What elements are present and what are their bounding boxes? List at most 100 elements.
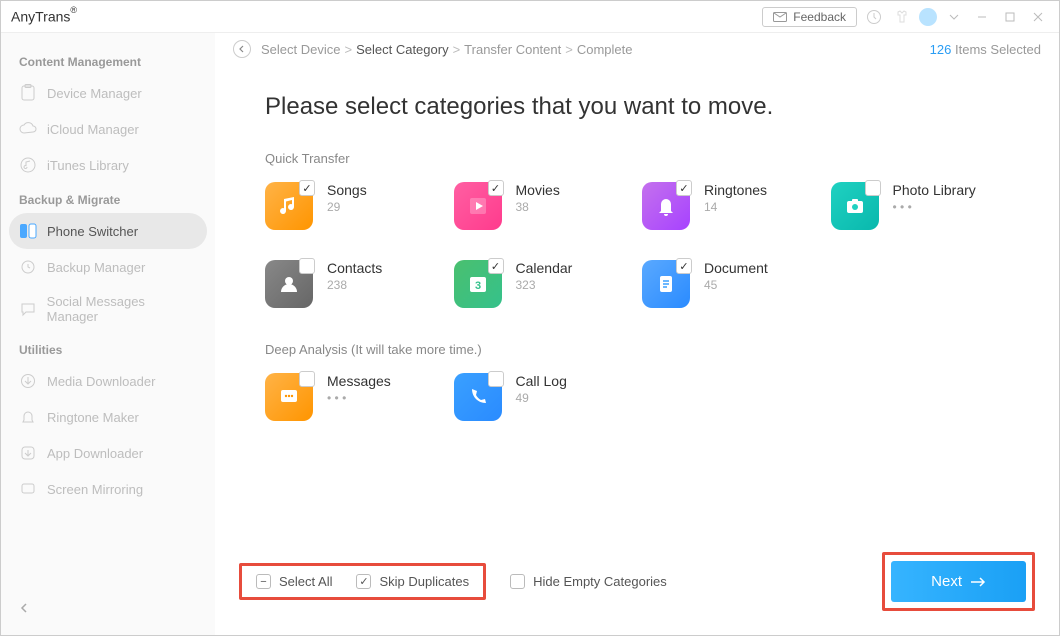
sidebar-item-backup-manager[interactable]: Backup Manager	[1, 249, 215, 285]
crumb-select-category[interactable]: Select Category	[356, 42, 449, 57]
category-name: Calendar	[516, 260, 573, 276]
sidebar-section-content: Content Management	[1, 49, 215, 75]
page-title: Please select categories that you want t…	[265, 93, 1009, 121]
category-name: Photo Library	[893, 182, 976, 198]
category-icon-contacts	[265, 260, 313, 308]
category-name: Songs	[327, 182, 367, 198]
sidebar-label: Phone Switcher	[47, 224, 138, 239]
feedback-button[interactable]: Feedback	[762, 7, 857, 27]
category-checkbox[interactable]: ✓	[676, 180, 692, 196]
category-checkbox[interactable]: ✓	[488, 180, 504, 196]
breadcrumb-bar: Select Device > Select Category > Transf…	[215, 33, 1059, 65]
category-checkbox[interactable]	[865, 180, 881, 196]
category-count: 238	[327, 278, 382, 292]
category-icon-photo-library	[831, 182, 879, 230]
sidebar-item-social-messages[interactable]: Social Messages Manager	[1, 285, 215, 333]
crumb-transfer-content[interactable]: Transfer Content	[464, 42, 561, 57]
category-name: Movies	[516, 182, 560, 198]
phone-switch-icon	[19, 222, 37, 240]
category-count: 14	[704, 200, 767, 214]
sidebar: Content Management Device Manager iCloud…	[1, 33, 215, 635]
hide-empty-checkbox[interactable]: Hide Empty Categories	[510, 574, 667, 589]
next-button-highlight: Next	[882, 552, 1035, 611]
sidebar-item-ringtone-maker[interactable]: Ringtone Maker	[1, 399, 215, 435]
chat-icon	[19, 300, 37, 318]
user-avatar[interactable]	[919, 8, 937, 26]
category-ringtones[interactable]: ✓ Ringtones 14	[642, 182, 821, 230]
sidebar-label: Backup Manager	[47, 260, 145, 275]
maximize-icon[interactable]	[999, 6, 1021, 28]
svg-text:3: 3	[474, 280, 480, 292]
category-checkbox[interactable]	[488, 371, 504, 387]
checkbox-empty-icon	[510, 574, 525, 589]
category-checkbox[interactable]: ✓	[676, 258, 692, 274]
shirt-icon[interactable]	[891, 6, 913, 28]
bell-icon[interactable]	[863, 6, 885, 28]
category-checkbox[interactable]: ✓	[299, 180, 315, 196]
category-count: 323	[516, 278, 573, 292]
app-icon	[19, 444, 37, 462]
checkbox-indeterminate-icon: −	[256, 574, 271, 589]
deep-analysis-grid: Messages • • • Call Log 49	[265, 373, 1009, 421]
sidebar-label: Media Downloader	[47, 374, 155, 389]
footer: − Select All ✓ Skip Duplicates Hide Empt…	[215, 536, 1059, 635]
category-songs[interactable]: ✓ Songs 29	[265, 182, 444, 230]
deep-analysis-label: Deep Analysis (It will take more time.)	[265, 342, 1009, 357]
mirror-icon	[19, 480, 37, 498]
sidebar-item-phone-switcher[interactable]: Phone Switcher	[9, 213, 207, 249]
category-icon-call-log	[454, 373, 502, 421]
category-messages[interactable]: Messages • • •	[265, 373, 444, 421]
clipboard-icon	[19, 84, 37, 102]
sidebar-item-icloud-manager[interactable]: iCloud Manager	[1, 111, 215, 147]
category-call-log[interactable]: Call Log 49	[454, 373, 633, 421]
category-checkbox[interactable]: ✓	[488, 258, 504, 274]
category-document[interactable]: ✓ Document 45	[642, 260, 821, 308]
music-circle-icon	[19, 156, 37, 174]
skip-duplicates-checkbox[interactable]: ✓ Skip Duplicates	[356, 574, 469, 589]
category-name: Call Log	[516, 373, 567, 389]
category-checkbox[interactable]	[299, 258, 315, 274]
selection-count: 126 Items Selected	[930, 42, 1041, 57]
crumb-complete[interactable]: Complete	[577, 42, 633, 57]
sidebar-item-app-downloader[interactable]: App Downloader	[1, 435, 215, 471]
cloud-icon	[19, 120, 37, 138]
sidebar-label: Screen Mirroring	[47, 482, 143, 497]
category-movies[interactable]: ✓ Movies 38	[454, 182, 633, 230]
app-name: AnyTrans®	[11, 8, 77, 25]
category-photo-library[interactable]: Photo Library • • •	[831, 182, 1010, 230]
sidebar-item-screen-mirroring[interactable]: Screen Mirroring	[1, 471, 215, 507]
checkbox-checked-icon: ✓	[356, 574, 371, 589]
category-count: 49	[516, 391, 567, 405]
app-window: AnyTrans® Feedback Content	[0, 0, 1060, 636]
sidebar-item-device-manager[interactable]: Device Manager	[1, 75, 215, 111]
category-name: Ringtones	[704, 182, 767, 198]
crumb-select-device[interactable]: Select Device	[261, 42, 340, 57]
category-icon-movies: ✓	[454, 182, 502, 230]
sidebar-section-utilities: Utilities	[1, 337, 215, 363]
arrow-right-icon	[970, 577, 986, 587]
next-button[interactable]: Next	[891, 561, 1026, 602]
sidebar-label: Social Messages Manager	[47, 294, 197, 324]
mail-icon	[773, 12, 787, 22]
category-contacts[interactable]: Contacts 238	[265, 260, 444, 308]
quick-transfer-grid: ✓ Songs 29 ✓ Movies 38 ✓ Ringtones 14 P	[265, 182, 1009, 308]
category-count: • • •	[893, 200, 976, 214]
sidebar-label: iCloud Manager	[47, 122, 139, 137]
sidebar-label: App Downloader	[47, 446, 143, 461]
category-icon-ringtones: ✓	[642, 182, 690, 230]
sidebar-collapse[interactable]	[1, 593, 215, 623]
back-button[interactable]	[233, 40, 251, 58]
minimize-icon[interactable]	[971, 6, 993, 28]
content: Select Device > Select Category > Transf…	[215, 33, 1059, 635]
history-icon	[19, 258, 37, 276]
dropdown-icon[interactable]	[943, 6, 965, 28]
close-icon[interactable]	[1027, 6, 1049, 28]
category-name: Document	[704, 260, 768, 276]
feedback-label: Feedback	[793, 10, 846, 24]
category-icon-calendar: 3 ✓	[454, 260, 502, 308]
sidebar-item-media-downloader[interactable]: Media Downloader	[1, 363, 215, 399]
category-calendar[interactable]: 3 ✓ Calendar 323	[454, 260, 633, 308]
sidebar-item-itunes-library[interactable]: iTunes Library	[1, 147, 215, 183]
category-checkbox[interactable]	[299, 371, 315, 387]
select-all-checkbox[interactable]: − Select All	[256, 574, 332, 589]
